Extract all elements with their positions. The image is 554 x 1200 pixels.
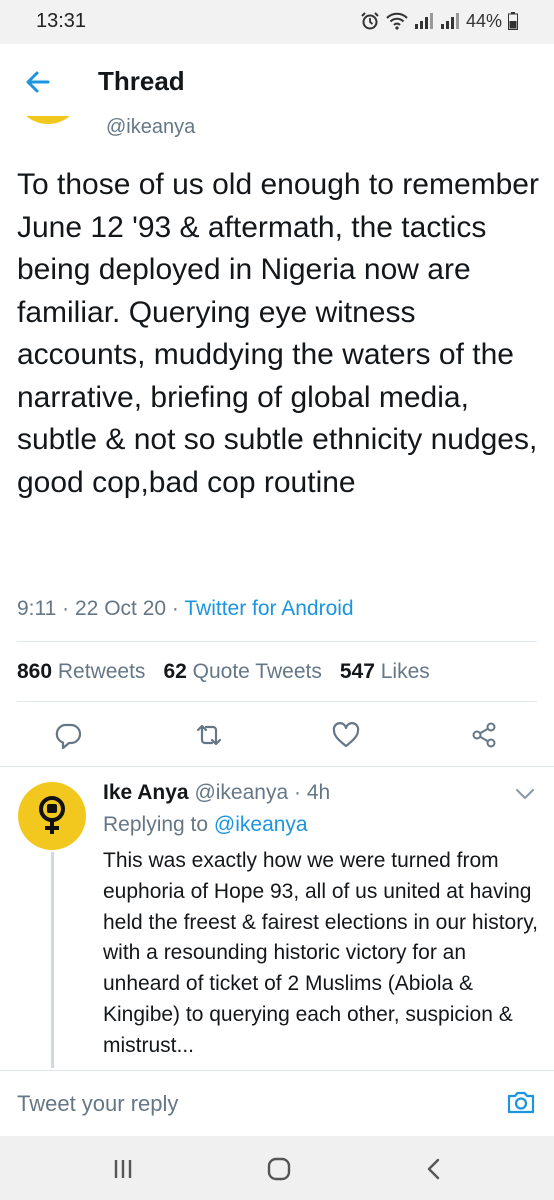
reply-icon[interactable] [53,720,83,750]
chevron-down-icon[interactable] [514,786,536,802]
back-arrow-icon[interactable] [20,64,56,100]
retweets-count: 860 [17,660,53,683]
meta-separator: · [294,781,307,804]
tweet-text: To those of us old enough to remember Ju… [17,168,539,499]
status-time: 13:31 [36,10,87,32]
reply-author-handle[interactable]: @ikeanya [194,781,288,804]
likes-label: Likes [380,660,430,683]
thread-line [51,852,54,1068]
system-nav-bar [0,1136,554,1200]
reply-author-name[interactable]: Ike Anya [103,781,189,804]
quotes-count: 62 [163,660,187,683]
page-title: Thread [98,66,185,96]
signal-icon [440,13,459,29]
status-icons: 44% [360,9,518,33]
reply-header: Ike Anya @ikeanya · 4h [103,781,330,805]
wifi-icon [386,12,408,30]
meta-separator: · [171,597,185,620]
recent-apps-icon[interactable] [110,1156,136,1182]
reply-avatar[interactable] [18,782,86,850]
meta-separator: · [62,597,75,620]
replying-to: Replying to @ikeanya [103,813,308,837]
status-bar: 13:31 44% [0,0,554,44]
reply-input[interactable]: Tweet your reply [17,1091,178,1117]
quotes-label: Quote Tweets [192,660,322,683]
quote-tweets-stat[interactable]: 62 Quote Tweets [163,660,321,684]
home-icon[interactable] [266,1156,292,1182]
share-icon[interactable] [469,720,499,750]
camera-icon[interactable] [506,1087,536,1117]
back-icon[interactable] [421,1156,447,1182]
battery-icon [508,12,518,30]
alarm-icon [361,12,379,30]
likes-stat[interactable]: 547 Likes [340,660,430,684]
like-icon[interactable] [331,720,361,750]
retweet-icon[interactable] [194,720,224,750]
tweet-stats: 860 Retweets 62 Quote Tweets 547 Likes [17,660,430,684]
app-header: Thread [0,44,554,116]
divider [0,766,554,767]
replying-to-handle[interactable]: @ikeanya [214,813,308,836]
tweet-source-link[interactable]: Twitter for Android [184,597,353,620]
retweets-label: Retweets [57,660,146,683]
likes-count: 547 [339,660,375,683]
divider [17,641,537,642]
divider [17,701,537,702]
replying-prefix: Replying to [103,813,209,836]
reply-age: 4h [306,781,331,804]
tweet-actions [0,712,554,756]
tweet-date: 22 Oct 20 [75,597,167,620]
tweet-time: 9:11 [17,597,57,620]
reply-composer: Tweet your reply [0,1070,554,1136]
reply-text: This was exactly how we were turned from… [103,849,538,1057]
battery-percent: 44% [465,10,502,31]
tweet-meta: 9:11 · 22 Oct 20 · Twitter for Android [17,597,354,621]
author-handle[interactable]: @ikeanya [106,116,195,139]
retweets-stat[interactable]: 860 Retweets [17,660,145,684]
signal-icon [414,13,433,29]
